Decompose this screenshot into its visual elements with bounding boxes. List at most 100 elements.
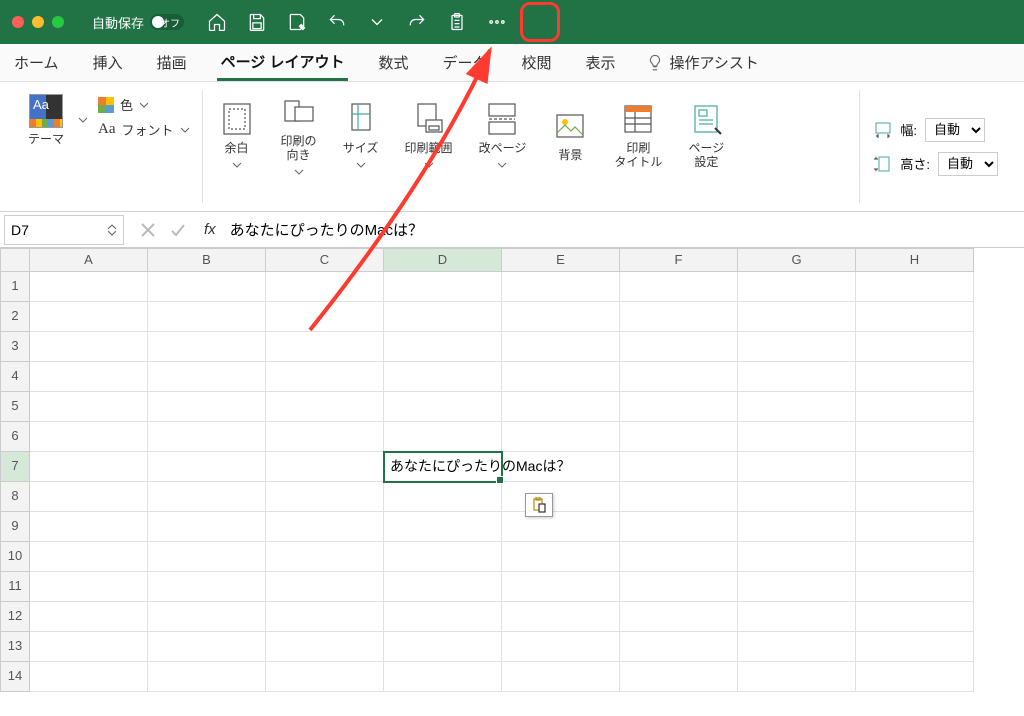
name-box[interactable]: D7 <box>4 215 124 245</box>
cell[interactable] <box>30 512 148 542</box>
cell[interactable] <box>384 572 502 602</box>
colors-button[interactable]: 色 <box>98 95 190 114</box>
cell[interactable] <box>856 392 974 422</box>
cell[interactable] <box>266 392 384 422</box>
cell[interactable] <box>30 452 148 482</box>
cell[interactable] <box>738 482 856 512</box>
cell[interactable] <box>856 542 974 572</box>
col-header-D[interactable]: D <box>384 248 502 272</box>
clipboard-icon[interactable] <box>444 9 470 35</box>
cell[interactable] <box>266 272 384 302</box>
cell[interactable] <box>502 272 620 302</box>
cell[interactable] <box>384 602 502 632</box>
cell[interactable] <box>856 422 974 452</box>
cell[interactable] <box>148 662 266 692</box>
cell[interactable] <box>30 302 148 332</box>
cell[interactable] <box>384 392 502 422</box>
cell[interactable] <box>738 392 856 422</box>
cell[interactable] <box>856 452 974 482</box>
cell[interactable] <box>856 332 974 362</box>
cell[interactable] <box>266 512 384 542</box>
cell[interactable] <box>502 422 620 452</box>
tab-review[interactable]: 校閲 <box>518 46 556 79</box>
autosave-toggle[interactable]: 自動保存 オフ <box>92 13 184 32</box>
col-header-G[interactable]: G <box>738 248 856 272</box>
tab-view[interactable]: 表示 <box>582 46 620 79</box>
cell[interactable] <box>266 572 384 602</box>
cell[interactable] <box>384 362 502 392</box>
cell[interactable] <box>148 512 266 542</box>
cell[interactable] <box>148 602 266 632</box>
cell[interactable] <box>266 602 384 632</box>
redo-icon[interactable] <box>404 9 430 35</box>
cell[interactable] <box>856 512 974 542</box>
page-setup-button[interactable]: ページ 設定 <box>684 97 728 174</box>
cell[interactable] <box>502 482 620 512</box>
tab-formulas[interactable]: 数式 <box>374 46 412 79</box>
col-header-H[interactable]: H <box>856 248 974 272</box>
row-header-9[interactable]: 9 <box>0 512 30 542</box>
cell[interactable] <box>384 302 502 332</box>
col-header-E[interactable]: E <box>502 248 620 272</box>
cell[interactable] <box>148 482 266 512</box>
toggle-switch[interactable]: オフ <box>150 14 184 30</box>
col-header-C[interactable]: C <box>266 248 384 272</box>
themes-button[interactable]: テーマ <box>24 90 68 150</box>
cell[interactable] <box>620 542 738 572</box>
cell[interactable] <box>148 302 266 332</box>
cell[interactable] <box>738 632 856 662</box>
cell[interactable] <box>266 302 384 332</box>
cell[interactable] <box>148 632 266 662</box>
print-titles-button[interactable]: 印刷 タイトル <box>610 97 666 174</box>
tab-data[interactable]: データ <box>438 46 491 79</box>
cell[interactable] <box>620 362 738 392</box>
cell[interactable] <box>620 452 738 482</box>
cell[interactable] <box>620 392 738 422</box>
cell[interactable] <box>502 302 620 332</box>
cell[interactable] <box>266 482 384 512</box>
formula-input[interactable] <box>222 217 1024 242</box>
cell[interactable] <box>266 542 384 572</box>
home-icon[interactable] <box>204 9 230 35</box>
cell[interactable] <box>30 392 148 422</box>
cell[interactable] <box>620 662 738 692</box>
cell[interactable] <box>738 512 856 542</box>
minimize-window-button[interactable] <box>32 16 44 28</box>
row-header-7[interactable]: 7 <box>0 452 30 482</box>
cell[interactable] <box>384 272 502 302</box>
size-button[interactable]: サイズ <box>339 97 383 173</box>
tab-draw[interactable]: 描画 <box>153 46 191 79</box>
cell[interactable] <box>384 332 502 362</box>
cell[interactable] <box>856 272 974 302</box>
col-header-B[interactable]: B <box>148 248 266 272</box>
more-icon[interactable] <box>484 9 510 35</box>
cell[interactable] <box>266 452 384 482</box>
cell[interactable] <box>502 332 620 362</box>
cell[interactable] <box>30 542 148 572</box>
cell[interactable] <box>620 572 738 602</box>
cell[interactable] <box>30 362 148 392</box>
cell[interactable] <box>738 362 856 392</box>
row-header-8[interactable]: 8 <box>0 482 30 512</box>
chevron-down-icon[interactable] <box>78 115 88 125</box>
cell[interactable] <box>738 572 856 602</box>
tab-page-layout[interactable]: ページ レイアウト <box>217 45 349 81</box>
cell[interactable] <box>502 662 620 692</box>
cell[interactable] <box>30 602 148 632</box>
cell[interactable] <box>30 332 148 362</box>
cell[interactable] <box>148 362 266 392</box>
cell[interactable] <box>148 272 266 302</box>
cell[interactable] <box>620 422 738 452</box>
cell[interactable] <box>738 602 856 632</box>
fx-label[interactable]: fx <box>198 221 222 238</box>
cell[interactable] <box>502 362 620 392</box>
cell[interactable] <box>856 572 974 602</box>
cell[interactable] <box>856 632 974 662</box>
cell[interactable] <box>620 482 738 512</box>
cell[interactable] <box>384 662 502 692</box>
cell[interactable] <box>266 332 384 362</box>
cell[interactable] <box>384 542 502 572</box>
cell[interactable] <box>384 422 502 452</box>
cell[interactable] <box>502 602 620 632</box>
row-header-6[interactable]: 6 <box>0 422 30 452</box>
